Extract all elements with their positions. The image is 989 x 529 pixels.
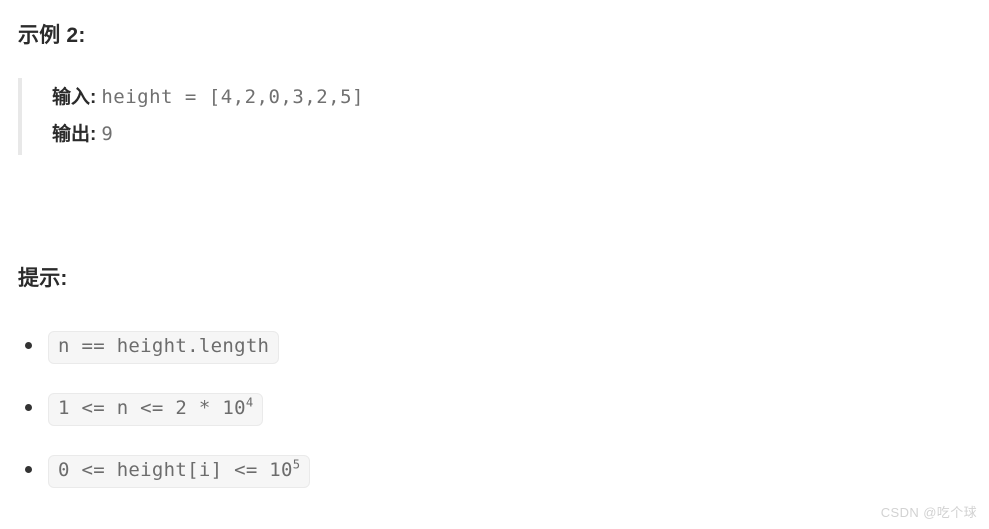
hint-code-exponent: 5 — [292, 457, 301, 472]
example-blockquote: 输入: height = [4,2,0,3,2,5] 输出: 9 — [18, 78, 918, 155]
hint-code-chip: 0 <= height[i] <= 105 — [48, 455, 311, 488]
hints-section-heading: 提示: — [18, 267, 68, 290]
example-input-line: 输入: height = [4,2,0,3,2,5] — [52, 86, 364, 108]
document-page: 示例 2: 输入: height = [4,2,0,3,2,5] 输出: 9 提示:… — [0, 0, 989, 529]
example-output-value: 9 — [101, 123, 114, 145]
example-output-label: 输出: — [52, 124, 97, 145]
list-item: 1 <= n <= 2 * 104 — [0, 388, 989, 450]
list-item: 0 <= height[i] <= 105 — [0, 450, 989, 512]
example-section-heading: 示例 2: — [18, 24, 86, 47]
bullet-icon — [25, 466, 32, 473]
bullet-icon — [25, 342, 32, 349]
example-output-line: 输出: 9 — [52, 123, 114, 145]
hint-code-text: 1 <= n <= 2 * 10 — [58, 397, 246, 419]
hint-code-text: 0 <= height[i] <= 10 — [58, 459, 293, 481]
hint-code-chip: n == height.length — [48, 331, 280, 364]
hint-code-chip: 1 <= n <= 2 * 104 — [48, 393, 264, 426]
bullet-icon — [25, 404, 32, 411]
example-input-value: height = [4,2,0,3,2,5] — [101, 86, 364, 108]
list-item: n == height.length — [0, 326, 989, 388]
hints-list: n == height.length 1 <= n <= 2 * 104 0 <… — [0, 326, 989, 512]
watermark: CSDN @吃个球 — [880, 505, 977, 520]
example-input-label: 输入: — [52, 87, 97, 108]
hint-code-text: n == height.length — [58, 335, 270, 357]
hint-code-exponent: 4 — [245, 395, 254, 410]
